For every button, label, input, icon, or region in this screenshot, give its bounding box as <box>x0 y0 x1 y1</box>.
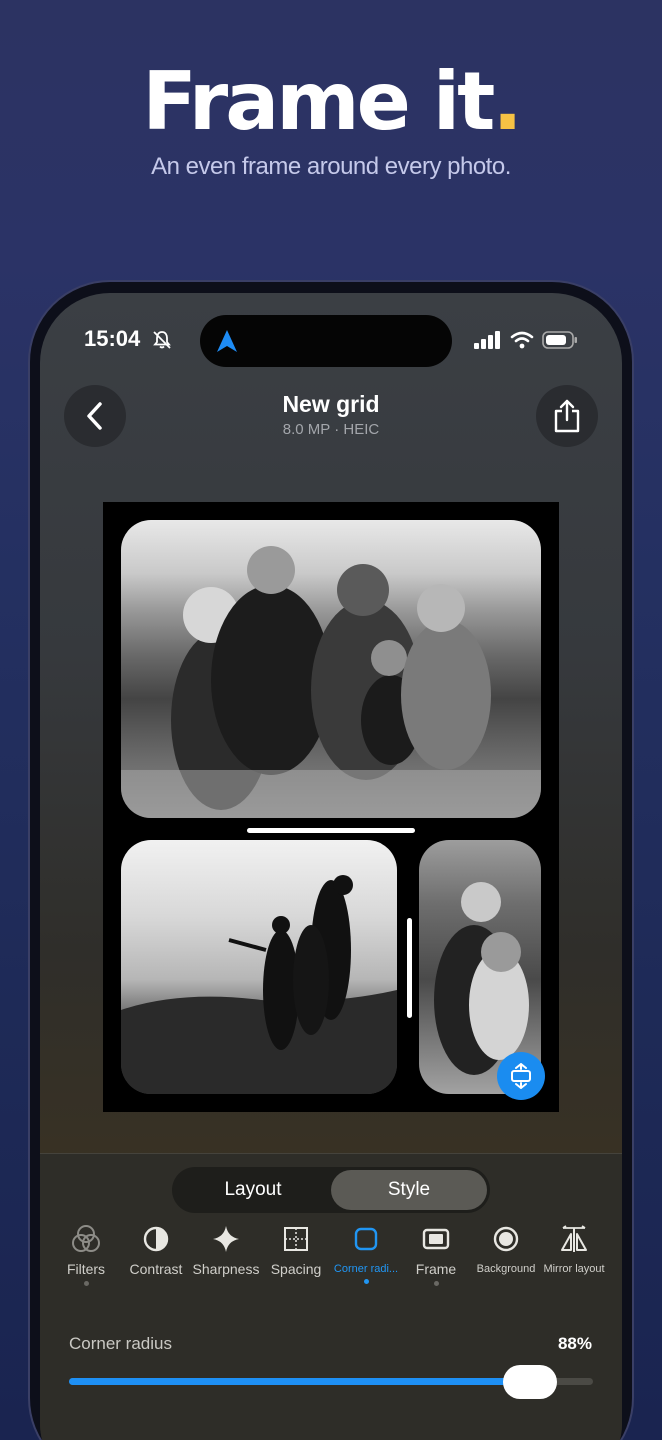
tool-indicator-dot <box>83 1281 89 1286</box>
tool-label: Frame <box>415 1261 457 1277</box>
tool-label: Mirror layout <box>543 1263 605 1275</box>
tool-corner-radius[interactable]: Corner radi... <box>328 1224 404 1284</box>
tool-filters[interactable]: Filters <box>48 1224 124 1286</box>
status-time: 15:04 <box>84 326 141 351</box>
vertical-divider-handle[interactable] <box>407 918 412 1018</box>
dynamic-island <box>200 315 452 367</box>
slider-thumb[interactable] <box>503 1365 558 1399</box>
tool-label: Contrast <box>129 1261 183 1277</box>
segment-layout[interactable]: Layout <box>175 1170 331 1210</box>
resize-vertical-icon <box>511 1063 531 1089</box>
rounded-square-icon <box>354 1227 378 1251</box>
tool-mirror-layout[interactable]: Mirror layout <box>536 1224 612 1275</box>
corner-radius-slider[interactable] <box>69 1365 593 1399</box>
tool-indicator-dot <box>363 1279 369 1284</box>
phone-screen: 15:04 New grid 8.0 MP · HEIC Layout Styl… <box>40 293 622 1440</box>
battery-icon <box>542 331 577 349</box>
tool-indicator-dot <box>433 1281 439 1286</box>
share-button[interactable] <box>536 385 598 447</box>
mirror-icon <box>561 1225 587 1252</box>
filters-icon <box>72 1225 100 1252</box>
slider-label: Corner radius <box>69 1334 172 1353</box>
image-meta: 8.0 MP · HEIC <box>282 421 380 438</box>
grid-canvas[interactable] <box>103 502 559 1112</box>
silhouettes-photo-art <box>121 875 397 1094</box>
navigation-arrow-icon <box>217 330 237 352</box>
family-photo-art <box>121 546 541 818</box>
tool-frame[interactable]: Frame <box>398 1224 474 1286</box>
tool-label: Sharpness <box>192 1261 260 1277</box>
segment-style[interactable]: Style <box>331 1170 487 1210</box>
contrast-icon <box>143 1226 169 1252</box>
slider-fill <box>69 1378 531 1385</box>
tool-background[interactable]: Background <box>468 1224 544 1275</box>
tool-spacing[interactable]: Spacing <box>258 1224 334 1277</box>
cellular-signal-icon <box>474 331 500 349</box>
hero-title-text: Frame it <box>142 55 495 148</box>
tool-label: Background <box>476 1263 536 1275</box>
sparkle-icon <box>213 1226 239 1252</box>
horizontal-divider-handle[interactable] <box>247 828 415 833</box>
photo-silhouettes[interactable] <box>121 840 397 1094</box>
tool-strip: Filters Contrast Sharpness Spacing Corne… <box>40 1224 622 1294</box>
hero-title-dot: . <box>492 55 522 148</box>
record-icon <box>493 1226 519 1252</box>
layout-style-segmented-control[interactable]: Layout Style <box>172 1167 490 1213</box>
frame-icon <box>422 1228 450 1250</box>
style-panel: Layout Style Filters Contrast Sharpness … <box>40 1153 622 1440</box>
hero-title: Frame it. <box>0 55 662 148</box>
status-icons <box>474 331 578 349</box>
tool-contrast[interactable]: Contrast <box>118 1224 194 1277</box>
resize-button[interactable] <box>497 1052 545 1100</box>
tool-label: Spacing <box>270 1261 322 1277</box>
page-title: New grid <box>282 391 380 417</box>
spacing-icon <box>284 1227 308 1251</box>
photo-family[interactable] <box>121 520 541 818</box>
bell-slash-icon <box>153 331 171 349</box>
tool-sharpness[interactable]: Sharpness <box>188 1224 264 1277</box>
wifi-icon <box>510 331 534 349</box>
tool-label: Filters <box>66 1261 106 1277</box>
share-icon <box>554 399 580 433</box>
slider-value: 88% <box>557 1334 592 1353</box>
hero-subtitle: An even frame around every photo. <box>151 153 511 180</box>
tool-label: Corner radi... <box>333 1263 399 1275</box>
